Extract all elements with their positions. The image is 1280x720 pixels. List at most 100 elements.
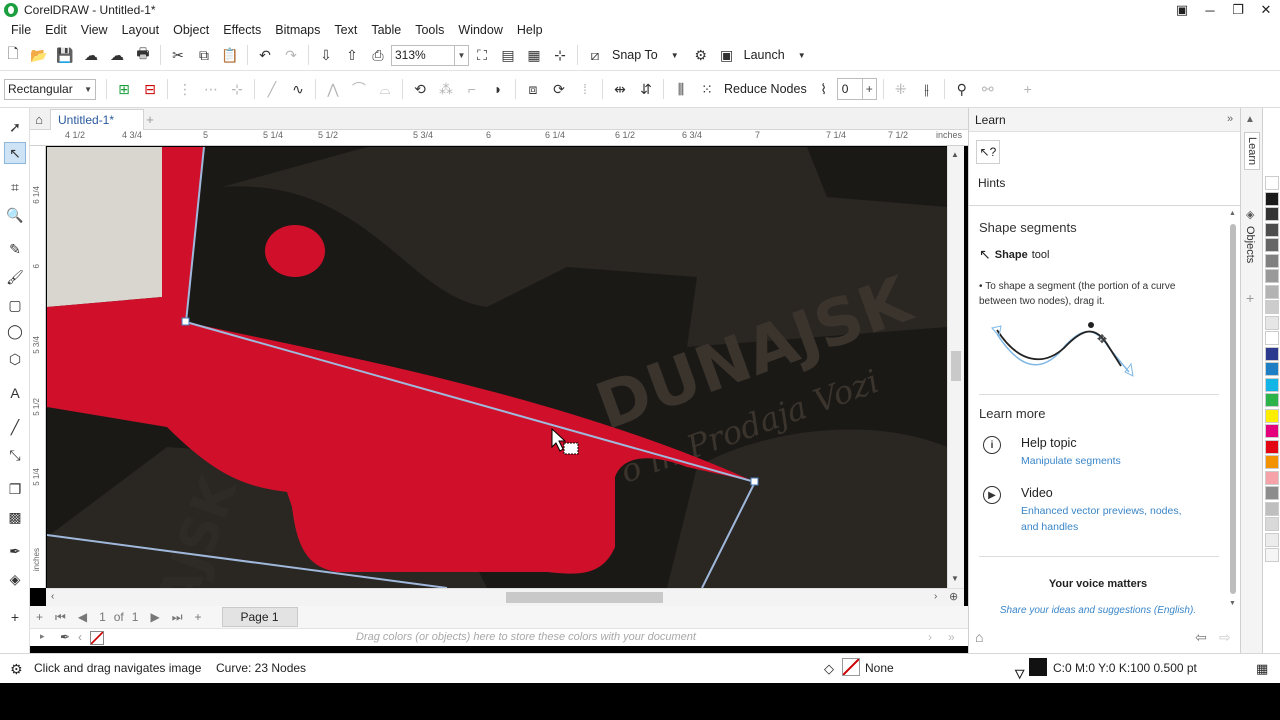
back-arrow-icon[interactable]: ⇦ [1195,629,1207,646]
menu-text[interactable]: Text [327,23,364,37]
interactive-fill-icon[interactable]: ◈ [4,568,26,590]
transparency-tool-icon[interactable]: ▩ [4,506,26,528]
palette-swatch[interactable] [1265,300,1279,314]
shape-tool-icon[interactable]: ↖ [4,142,26,164]
settings-gear-icon[interactable]: ⚙ [10,661,23,678]
scroll-up-icon[interactable]: ▲ [1229,210,1236,217]
print-icon[interactable]: 🖶 [132,44,154,66]
menu-table[interactable]: Table [364,23,408,37]
export-icon[interactable]: ⇧ [341,44,363,66]
show-guidelines-icon[interactable]: ⊹ [549,44,571,66]
palette-swatch[interactable] [1265,222,1279,237]
palette-swatch[interactable] [1265,362,1279,376]
feedback-link[interactable]: Share your ideas and suggestions (Englis… [969,605,1227,616]
palette-swatch[interactable] [1265,408,1279,423]
close-button[interactable]: ✕ [1252,0,1280,20]
extract-subpath-icon[interactable]: ⁂ [435,78,457,100]
palette-swatch[interactable] [1265,424,1279,438]
snap-to-button[interactable]: Snap To [612,48,658,62]
palette-swatch[interactable] [1265,393,1279,407]
drawing-canvas[interactable]: DUNAJSK o in Prodaja Vozi NAJSK [47,147,947,588]
palette-swatch[interactable] [1265,284,1279,299]
close-curve-icon[interactable]: ◗ [487,78,509,100]
learn-scrollbar[interactable]: ▲ ▼ [1229,210,1237,608]
launch-dropdown-icon[interactable]: ▼ [791,44,813,66]
import-icon[interactable]: ⇩ [315,44,337,66]
menu-layout[interactable]: Layout [115,23,167,37]
docker-expand-icon[interactable]: » [1227,113,1233,125]
polygon-tool-icon[interactable]: ⬡ [4,348,26,370]
minimize-button[interactable]: ─ [1196,0,1224,20]
cut-icon[interactable]: ✂ [167,44,189,66]
hints-cursor-icon[interactable]: ↖? [976,140,1000,164]
show-grid-icon[interactable]: ▦ [523,44,545,66]
palette-swatch[interactable] [1265,486,1279,500]
navigator-icon[interactable]: ⊕ [949,590,958,603]
help-topic-link[interactable]: Manipulate segments [1021,453,1191,469]
menu-file[interactable]: File [4,23,38,37]
palette-swatch[interactable] [1265,253,1279,268]
palette-swatch[interactable] [1265,238,1279,252]
add-property-icon[interactable]: + [1017,78,1039,100]
connector-tool-icon[interactable]: ⤡ [4,444,26,466]
ellipse-tool-icon[interactable]: ◯ [4,320,26,342]
undo-icon[interactable]: ↶ [254,44,276,66]
maximize-button[interactable]: ❐ [1224,0,1252,20]
page-tab[interactable]: Page 1 [221,607,298,627]
delete-node-icon[interactable]: ⊟ [139,78,161,100]
help-topic-item[interactable]: i Help topic Manipulate segments [983,436,1191,469]
palette-swatch[interactable] [1265,501,1279,516]
zoom-dropdown-icon[interactable]: ▼ [455,44,469,66]
add-docker-icon[interactable]: + [1246,290,1254,306]
node-grid-icon[interactable]: ⁜ [890,78,912,100]
open-icon[interactable]: 📂 [28,44,50,66]
scroll-left-icon[interactable]: ‹ [78,630,82,644]
menu-window[interactable]: Window [451,23,509,37]
no-color-swatch[interactable] [90,631,104,645]
unpin-node-icon[interactable]: ⚯ [977,78,999,100]
snap-to-icon[interactable]: ⧄ [584,44,606,66]
palette-swatch[interactable] [1265,532,1279,547]
add-page-icon[interactable]: + [36,610,43,624]
new-document-icon[interactable]: 🗋 [2,44,24,66]
extend-close-icon[interactable]: ⌐ [461,78,483,100]
stretch-nodes-icon[interactable]: ⧈ [522,78,544,100]
spin-plus-icon[interactable]: + [861,79,876,99]
convert-to-curve-icon[interactable]: ∿ [287,78,309,100]
forward-arrow-icon[interactable]: ⇨ [1219,629,1231,646]
first-page-icon[interactable]: ⏮ [55,610,66,625]
add-page-after-icon[interactable]: + [195,610,202,624]
tab-scroll-up-icon[interactable]: ▲ [1245,114,1255,125]
scroll-up-icon[interactable]: ▲ [951,150,959,159]
scroll-down-icon[interactable]: ▼ [1229,600,1236,607]
paste-icon[interactable]: 📋 [219,44,241,66]
palette-swatch[interactable] [1265,455,1279,469]
text-tool-icon[interactable]: A [4,382,26,404]
home-icon[interactable]: ⌂ [975,629,983,645]
palette-menu-icon[interactable]: ▸ [40,631,45,642]
document-palette-icon[interactable]: ▦ [1256,661,1268,677]
selection-mode-dropdown[interactable]: Rectangular ▼ [4,78,96,100]
palette-swatch[interactable] [1265,191,1279,206]
palette-swatch[interactable] [1265,315,1279,330]
menu-object[interactable]: Object [166,23,216,37]
palette-swatch[interactable] [1265,269,1279,283]
tab-untitled-1[interactable]: Untitled-1* [50,109,144,130]
select-all-nodes-icon[interactable]: ⁙ [696,78,718,100]
restore-panel-icon[interactable]: ▣ [1168,0,1196,20]
symmetrical-node-icon[interactable]: ⌓ [374,78,396,100]
cloud-save-icon[interactable]: ☁ [106,44,128,66]
freehand-tool-icon[interactable]: ✎ [4,238,26,260]
menu-tools[interactable]: Tools [408,23,451,37]
reverse-direction-icon[interactable]: ⟲ [409,78,431,100]
home-icon[interactable]: ⌂ [30,108,48,130]
join-nodes-icon[interactable]: ⋮ [174,78,196,100]
artistic-media-icon[interactable]: 🖌 [4,266,26,288]
reduce-nodes-button[interactable]: Reduce Nodes [724,82,807,96]
align-nodes-icon[interactable]: ⁞ [574,78,596,100]
menu-effects[interactable]: Effects [216,23,268,37]
scroll-down-icon[interactable]: ▼ [951,574,959,583]
pick-tool-icon[interactable]: ➚ [4,116,26,138]
last-page-icon[interactable]: ⏭ [172,610,183,625]
expand-icon[interactable]: » [948,630,955,644]
